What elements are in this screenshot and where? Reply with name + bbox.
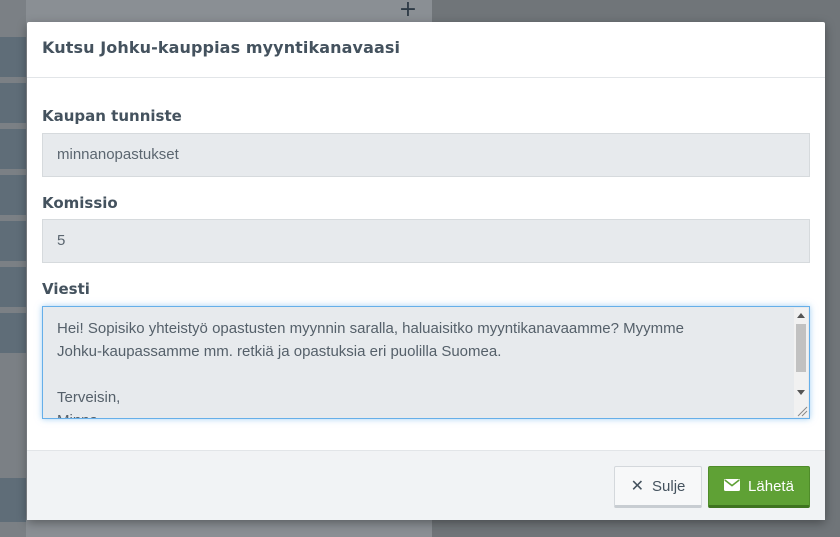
background-row bbox=[0, 37, 26, 80]
background-row bbox=[0, 175, 26, 218]
resize-grip-icon[interactable] bbox=[796, 405, 808, 417]
commission-input[interactable]: 5 bbox=[42, 219, 810, 263]
message-label: Viesti bbox=[42, 280, 90, 298]
scroll-up-icon[interactable] bbox=[797, 313, 805, 318]
message-line: Hei! Sopisiko yhteistyö opastusten myynn… bbox=[57, 320, 684, 337]
send-button-label: Lähetä bbox=[748, 477, 794, 495]
scroll-down-icon[interactable] bbox=[797, 390, 805, 395]
background-row bbox=[0, 313, 26, 356]
background-row bbox=[0, 267, 26, 310]
background-row bbox=[0, 129, 26, 172]
plus-icon: + bbox=[398, 0, 418, 22]
invite-merchant-dialog: Kutsu Johku-kauppias myyntikanavaasi Kau… bbox=[27, 22, 825, 520]
envelope-icon bbox=[724, 478, 741, 495]
message-line bbox=[57, 363, 779, 386]
send-button[interactable]: Lähetä bbox=[708, 466, 810, 508]
close-button-label: Sulje bbox=[652, 477, 686, 495]
close-icon: ✕ bbox=[630, 476, 645, 495]
message-textarea[interactable]: Hei! Sopisiko yhteistyö opastusten myynn… bbox=[42, 306, 810, 419]
background-row bbox=[0, 83, 26, 126]
scrollbar-thumb[interactable] bbox=[796, 324, 806, 372]
message-line: Minna bbox=[57, 409, 779, 418]
message-line: Terveisin, bbox=[57, 389, 121, 406]
close-button[interactable]: ✕ Sulje bbox=[614, 466, 702, 508]
dialog-header: Kutsu Johku-kauppias myyntikanavaasi bbox=[27, 22, 825, 78]
message-line: Johku-kaupassamme mm. retkiä ja opastuks… bbox=[57, 343, 502, 360]
textarea-scrollbar[interactable] bbox=[794, 308, 808, 417]
background-row bbox=[0, 478, 26, 522]
store-id-input[interactable]: minnanopastukset bbox=[42, 133, 810, 177]
dialog-footer: ✕ Sulje Lähetä bbox=[27, 450, 825, 520]
dialog-title: Kutsu Johku-kauppias myyntikanavaasi bbox=[42, 38, 401, 57]
store-id-label: Kaupan tunniste bbox=[42, 107, 182, 125]
dialog-body: Kaupan tunniste minnanopastukset Komissi… bbox=[27, 78, 825, 450]
background-row bbox=[0, 221, 26, 264]
commission-label: Komissio bbox=[42, 194, 118, 212]
